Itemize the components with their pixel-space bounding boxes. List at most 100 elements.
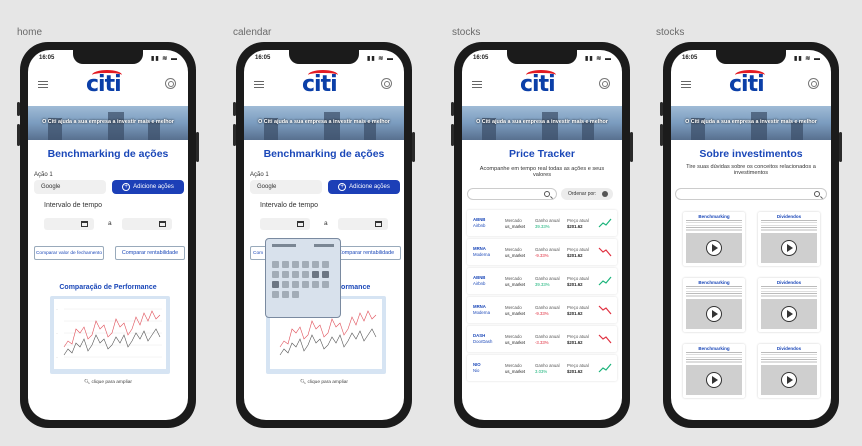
screen-tracker: 16:05 ▮▮ ≋ ▬ citi O Citi ajuda a sua emp…: [462, 50, 622, 420]
citi-logo[interactable]: citi: [86, 72, 122, 97]
article-card[interactable]: Benchmarking: [683, 212, 745, 266]
card-description: [761, 352, 817, 364]
article-card[interactable]: Benchmarking: [683, 278, 745, 332]
calendar-day-cell[interactable]: [302, 281, 309, 288]
date-end-field[interactable]: [338, 218, 388, 230]
calendar-day-cell[interactable]: [312, 271, 319, 278]
stock-row[interactable]: ABNB Airbnb Mercado us_market Ganho anual 39.…: [467, 210, 617, 236]
stock-row[interactable]: ABNB Airbnb Mercado us_market Ganho anual 39.…: [467, 268, 617, 294]
menu-icon[interactable]: [472, 81, 482, 88]
calendar-day-cell[interactable]: [312, 261, 319, 268]
stock-name: DoorDash: [473, 339, 493, 344]
calendar-day-cell[interactable]: [282, 261, 289, 268]
gear-icon[interactable]: [381, 78, 392, 89]
calendar-day-cell[interactable]: [292, 291, 299, 298]
market-value: us_market: [505, 224, 526, 229]
interval-label: Intervalo de tempo: [44, 202, 102, 209]
gear-icon[interactable]: [599, 78, 610, 89]
calendar-day-cell[interactable]: [272, 281, 279, 288]
gear-icon[interactable]: [165, 78, 176, 89]
gain-label: Ganho anual: [535, 334, 560, 339]
calendar-icon: [159, 221, 166, 227]
calendar-day-cell[interactable]: [282, 291, 289, 298]
compare-close-button[interactable]: Comparar valor de fechamento: [34, 246, 104, 260]
calendar-day-cell[interactable]: [322, 281, 329, 288]
search-input[interactable]: [467, 188, 557, 200]
price-label: Preço atual: [567, 305, 589, 310]
calendar-day-cell[interactable]: [312, 281, 319, 288]
date-start-field[interactable]: [44, 218, 94, 230]
calendar-day-cell[interactable]: [292, 261, 299, 268]
date-picker-popup[interactable]: [265, 238, 341, 318]
acao-input[interactable]: Google: [34, 180, 106, 194]
trend-down-icon: [598, 305, 612, 315]
stock-ticker: NIO: [473, 362, 481, 367]
gear-icon[interactable]: [808, 78, 819, 89]
menu-icon[interactable]: [681, 81, 691, 88]
search-input[interactable]: [675, 188, 827, 200]
calendar-day-cell[interactable]: [292, 281, 299, 288]
video-thumbnail[interactable]: [686, 233, 742, 263]
date-start-field[interactable]: [260, 218, 310, 230]
calendar-day-cell[interactable]: [272, 261, 279, 268]
compare-return-button[interactable]: Comparar rentabilidade: [115, 246, 185, 260]
calendar-day-cell[interactable]: [272, 271, 279, 278]
menu-icon[interactable]: [38, 81, 48, 88]
calendar-day-cell[interactable]: [302, 271, 309, 278]
sort-dropdown[interactable]: Ordenar por:: [561, 188, 613, 200]
play-icon[interactable]: [706, 240, 722, 256]
stock-row[interactable]: NIO Nio Mercado us_market Ganho anual 3.03% Pr…: [467, 355, 617, 381]
card-description: [761, 220, 817, 232]
video-thumbnail[interactable]: [686, 299, 742, 329]
menu-icon[interactable]: [254, 81, 264, 88]
trend-up-icon: [598, 218, 612, 228]
calendar-day-cell[interactable]: [282, 271, 289, 278]
article-card[interactable]: Dividendos: [758, 344, 820, 398]
calendar-day-cell[interactable]: [292, 271, 299, 278]
video-thumbnail[interactable]: [761, 365, 817, 395]
play-icon[interactable]: [781, 306, 797, 322]
article-card[interactable]: Dividendos: [758, 278, 820, 332]
stock-row[interactable]: MRNA Moderna Mercado us_market Ganho anual -9…: [467, 239, 617, 265]
card-title: Dividendos: [776, 214, 802, 219]
calendar-day-cell[interactable]: [302, 261, 309, 268]
play-icon[interactable]: [781, 372, 797, 388]
banner-text: O Citi ajuda a sua empresa a investir ma…: [685, 119, 817, 125]
zoom-hint[interactable]: 🔍︎ clique para ampliar: [244, 380, 404, 385]
page-title: Benchmarking de ações: [47, 148, 169, 160]
zoom-hint[interactable]: 🔍︎ clique para ampliar: [28, 380, 188, 385]
citi-logo[interactable]: citi: [302, 72, 338, 97]
video-thumbnail[interactable]: [761, 299, 817, 329]
video-thumbnail[interactable]: [686, 365, 742, 395]
market-label: Mercado: [505, 276, 522, 281]
date-end-field[interactable]: [122, 218, 172, 230]
calendar-day-cell[interactable]: [322, 271, 329, 278]
calendar-day-cell[interactable]: [282, 281, 289, 288]
calendar-icon: [297, 221, 304, 227]
compare-return-button[interactable]: Comparar rentabilidade: [331, 246, 401, 260]
play-icon[interactable]: [706, 306, 722, 322]
card-title: Benchmarking: [698, 280, 730, 285]
stock-row[interactable]: DASH DoorDash Mercado us_market Ganho anual -…: [467, 326, 617, 352]
acao-input[interactable]: Google: [250, 180, 322, 194]
stock-row[interactable]: MRNA Moderna Mercado us_market Ganho anual -9…: [467, 297, 617, 323]
performance-chart[interactable]: — — —: [50, 296, 170, 374]
page-title: Price Tracker: [509, 148, 575, 160]
article-card[interactable]: Dividendos: [758, 212, 820, 266]
video-thumbnail[interactable]: [761, 233, 817, 263]
citi-logo[interactable]: citi: [729, 72, 765, 97]
price-value: $201.62: [567, 253, 583, 258]
card-title: Dividendos: [776, 346, 802, 351]
calendar-day-cell[interactable]: [322, 261, 329, 268]
calendar-day-cell[interactable]: [272, 291, 279, 298]
add-stock-button[interactable]: + Adicione ações: [112, 180, 184, 194]
play-icon[interactable]: [706, 372, 722, 388]
frame-label-stocks-about: stocks: [656, 27, 685, 38]
article-card[interactable]: Benchmarking: [683, 344, 745, 398]
status-time: 16:05: [255, 55, 271, 61]
phone-calendar: 16:05 ▮▮ ≋ ▬ citi O Citi ajuda a sua emp…: [233, 42, 415, 428]
play-icon[interactable]: [781, 240, 797, 256]
citi-logo[interactable]: citi: [520, 72, 556, 97]
phone-home: 16:05 ▮▮ ≋ ▬ citi O Citi ajuda a sua emp…: [17, 42, 199, 428]
add-stock-button[interactable]: + Adicione ações: [328, 180, 400, 194]
